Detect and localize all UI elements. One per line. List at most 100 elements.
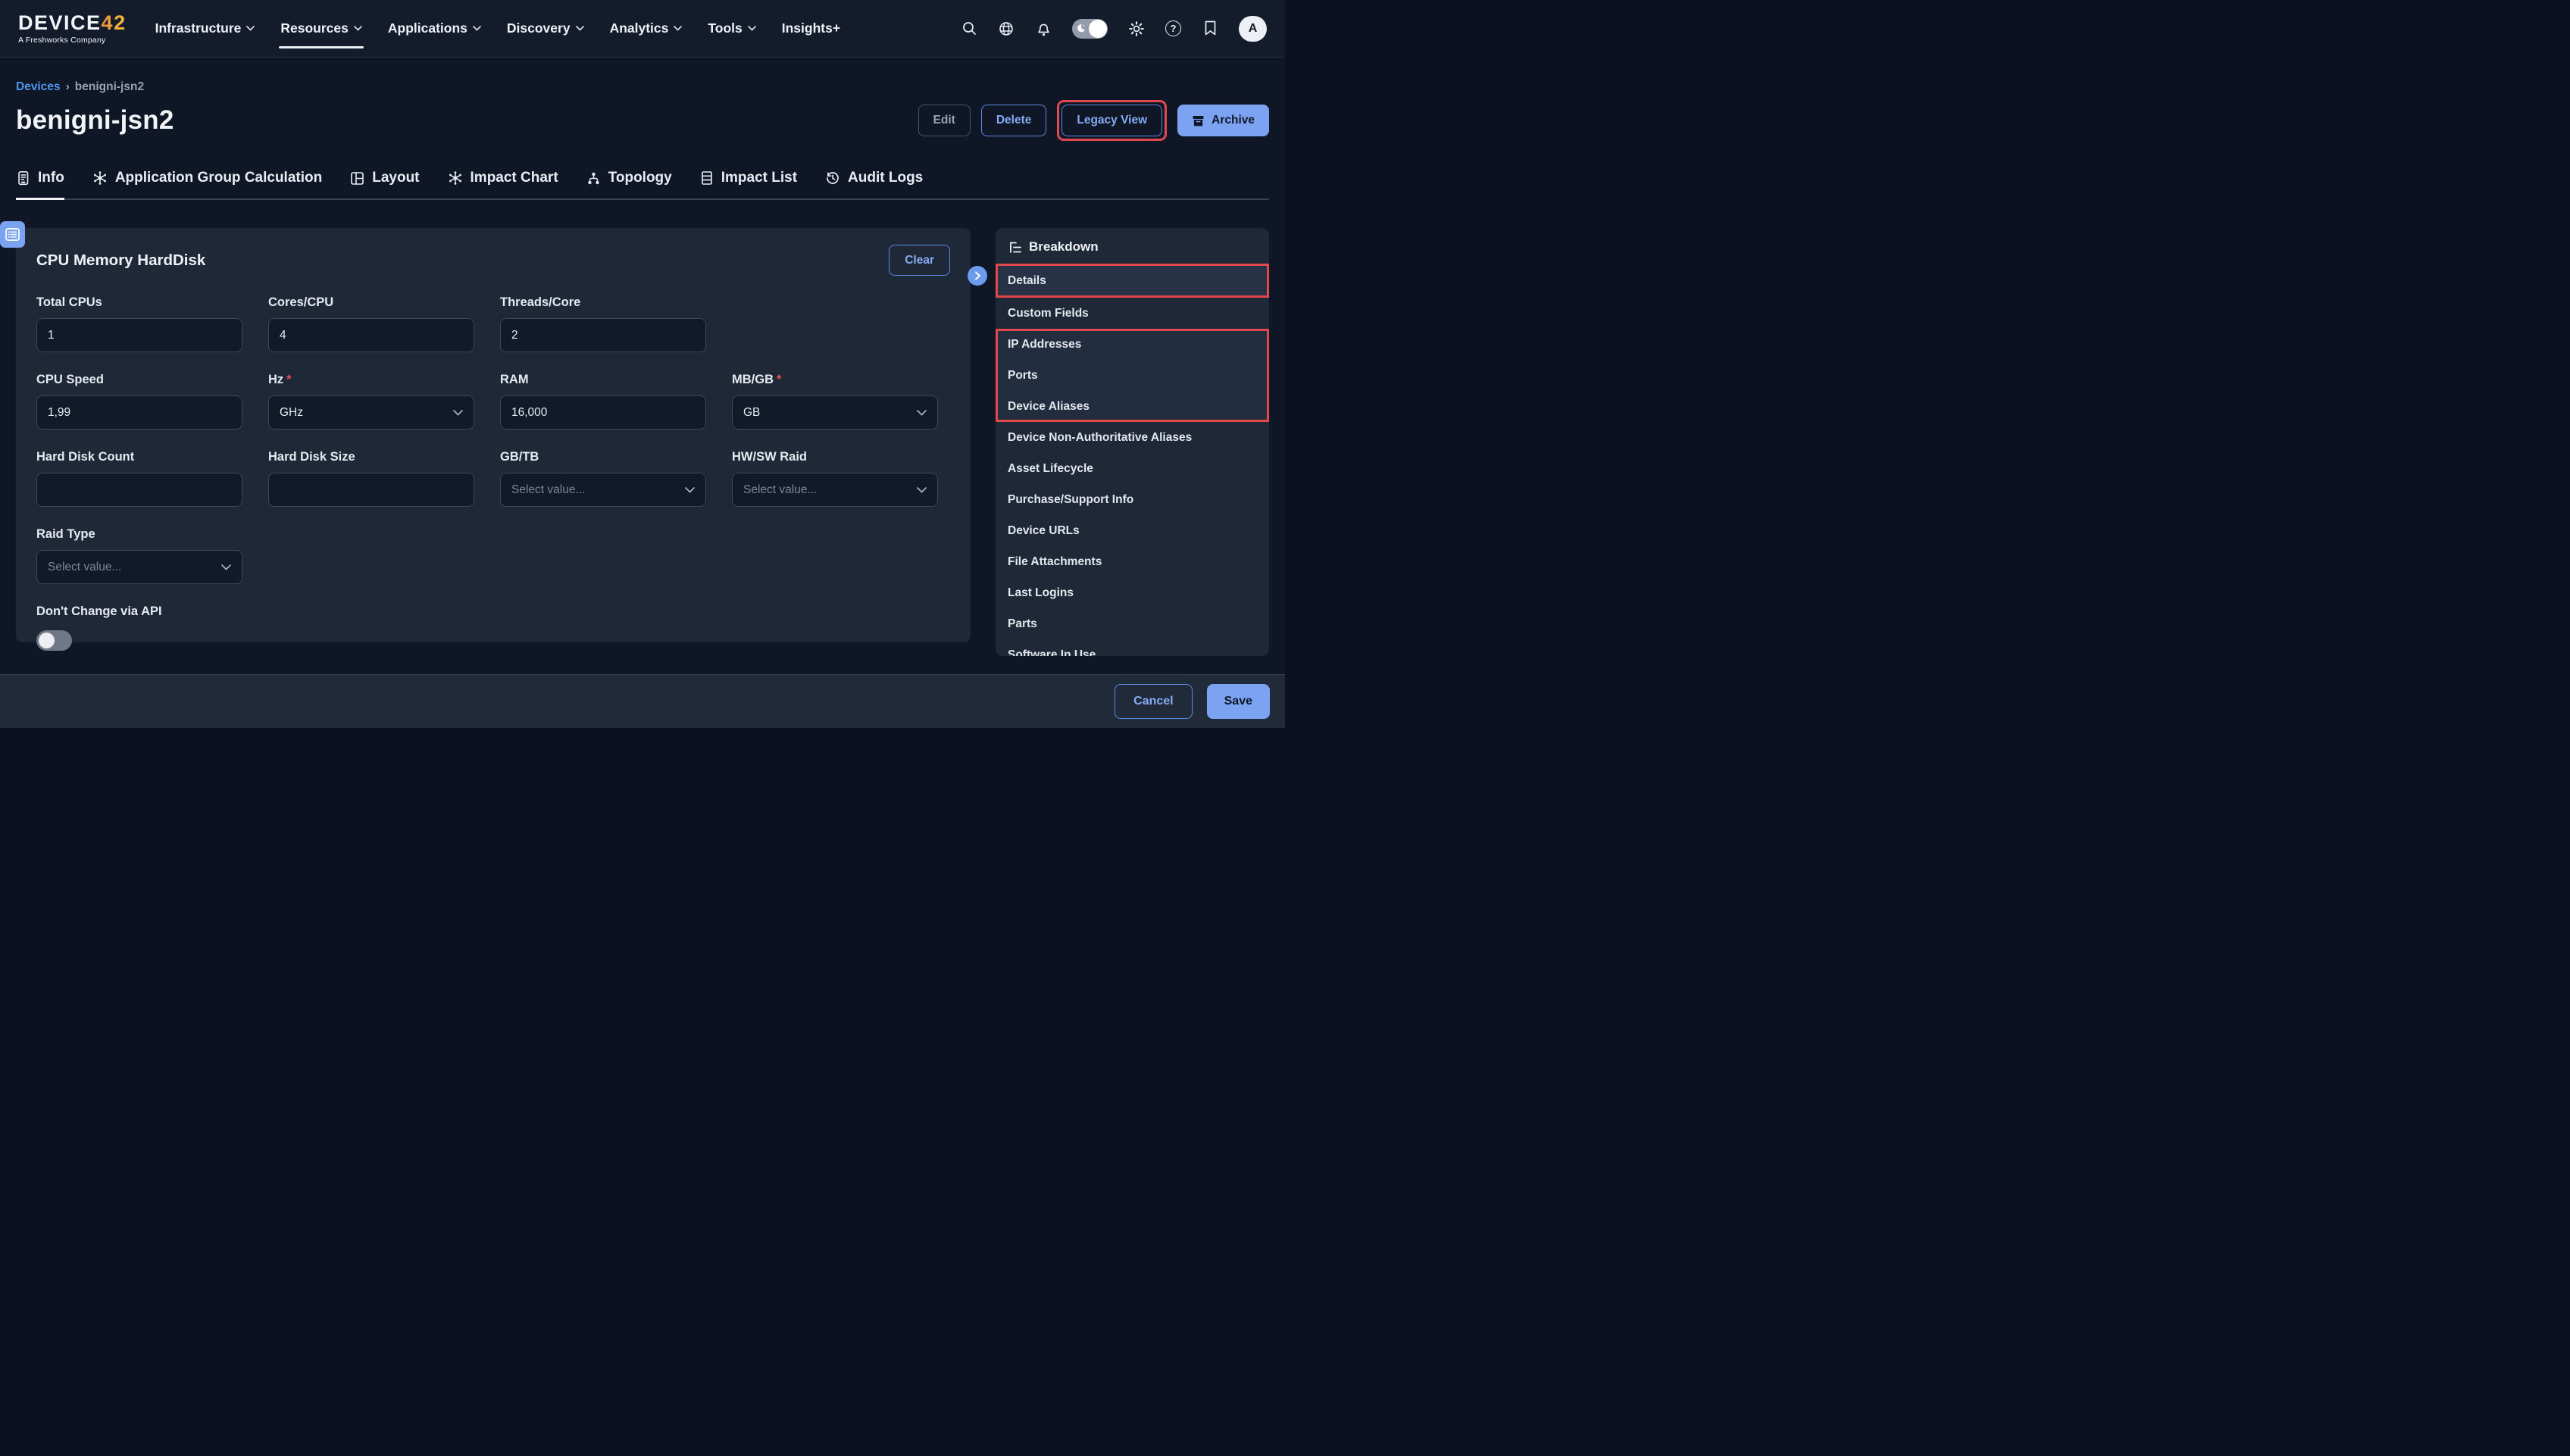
gb-tb-select[interactable]: Select value... (500, 473, 706, 507)
menu-resources[interactable]: Resources (280, 16, 362, 41)
form-grid: Total CPUs Cores/CPU Threads/Core CPU Sp… (36, 295, 950, 584)
toggle-label: Don't Change via API (36, 605, 950, 619)
chevron-down-icon (246, 26, 255, 31)
edit-button[interactable]: Edit (918, 105, 971, 136)
sidebar-item-details[interactable]: Details (996, 264, 1269, 298)
logo-tagline: A Freshworks Company (18, 36, 127, 45)
sidebar-item-device-aliases[interactable]: Device Aliases (996, 391, 1269, 422)
field-raid-type: Raid Type Select value... (36, 527, 242, 584)
cores-per-cpu-input[interactable] (268, 318, 474, 352)
user-avatar[interactable]: A (1239, 16, 1267, 42)
search-icon[interactable] (961, 20, 977, 37)
chevron-down-icon (576, 26, 584, 31)
mb-gb-select[interactable]: GB (732, 395, 938, 430)
theme-toggle[interactable] (1072, 19, 1108, 39)
breakdown-header: Breakdown (996, 228, 1269, 264)
collapse-panel-button[interactable] (968, 266, 987, 286)
archive-button[interactable]: Archive (1177, 105, 1269, 136)
tab-impact-list[interactable]: Impact List (700, 170, 797, 198)
side-list-toggle-button[interactable] (0, 221, 25, 248)
hard-disk-size-input[interactable] (268, 473, 474, 507)
sidebar-item-ip-addresses[interactable]: IP Addresses (996, 329, 1269, 360)
tab-layout[interactable]: Layout (350, 170, 419, 198)
hard-disk-count-input[interactable] (36, 473, 242, 507)
legacy-view-button[interactable]: Legacy View (1061, 105, 1162, 136)
chevron-down-icon (917, 410, 927, 416)
breakdown-tree-icon (1008, 241, 1023, 254)
toggle-knob (39, 633, 55, 648)
field-hard-disk-size: Hard Disk Size (268, 450, 474, 507)
sidebar-item-ports[interactable]: Ports (996, 360, 1269, 391)
cpu-speed-input[interactable] (36, 395, 242, 430)
sidebar-item-custom-fields[interactable]: Custom Fields (996, 298, 1269, 329)
hw-sw-raid-select[interactable]: Select value... (732, 473, 938, 507)
breadcrumb-separator: › (66, 80, 70, 94)
breadcrumb-devices-link[interactable]: Devices (16, 80, 61, 94)
page-body: Devices › benigni-jsn2 benigni-jsn2 Edit… (0, 58, 1285, 656)
sidebar-item-last-logins[interactable]: Last Logins (996, 577, 1269, 608)
menu-insights[interactable]: Insights+ (782, 16, 840, 41)
total-cpus-input[interactable] (36, 318, 242, 352)
field-gb-tb: GB/TB Select value... (500, 450, 706, 507)
ram-input[interactable] (500, 395, 706, 430)
title-row: benigni-jsn2 Edit Delete Legacy View Arc… (16, 100, 1269, 141)
chevron-down-icon (221, 564, 231, 570)
menu-discovery[interactable]: Discovery (507, 16, 584, 41)
list-rows-icon (700, 170, 714, 186)
settings-gear-icon[interactable] (1128, 20, 1145, 37)
list-icon (5, 228, 20, 241)
sidebar-item-parts[interactable]: Parts (996, 608, 1269, 639)
chevron-right-icon (974, 271, 981, 280)
dont-change-via-api-toggle[interactable] (36, 630, 72, 651)
threads-per-core-input[interactable] (500, 318, 706, 352)
globe-icon[interactable] (998, 20, 1015, 37)
tab-info[interactable]: Info (16, 170, 64, 198)
hz-select[interactable]: GHz (268, 395, 474, 430)
field-ram: RAM (500, 373, 706, 430)
notifications-bell-icon[interactable] (1035, 20, 1052, 37)
chevron-down-icon (473, 26, 481, 31)
save-button[interactable]: Save (1207, 684, 1270, 719)
menu-infrastructure[interactable]: Infrastructure (155, 16, 255, 41)
menu-tools[interactable]: Tools (708, 16, 755, 41)
section-title: CPU Memory HardDisk (36, 252, 205, 270)
sidebar-item-asset-lifecycle[interactable]: Asset Lifecycle (996, 453, 1269, 484)
field-hw-sw-raid: HW/SW Raid Select value... (732, 450, 938, 507)
chevron-down-icon (685, 487, 695, 493)
field-hz: Hz* GHz (268, 373, 474, 430)
delete-button[interactable]: Delete (981, 105, 1047, 136)
footer-action-bar: Cancel Save (0, 674, 1285, 728)
sidebar-item-purchase-support-info[interactable]: Purchase/Support Info (996, 484, 1269, 515)
required-mark: * (286, 373, 291, 386)
breadcrumb: Devices › benigni-jsn2 (16, 58, 1269, 94)
tab-audit-logs[interactable]: Audit Logs (825, 170, 923, 198)
tab-topology[interactable]: Topology (586, 170, 672, 198)
top-navbar: DEVICE42 A Freshworks Company Infrastruc… (0, 0, 1285, 58)
legacy-view-annotation-box: Legacy View (1057, 100, 1167, 141)
ip-ports-aliases-annotation-box: IP Addresses Ports Device Aliases (996, 329, 1269, 422)
cancel-button[interactable]: Cancel (1115, 684, 1192, 719)
bookmark-icon[interactable] (1202, 20, 1218, 37)
tab-application-group-calculation[interactable]: Application Group Calculation (92, 170, 322, 198)
content-row: CPU Memory HardDisk Clear Total CPUs Cor… (16, 228, 1269, 656)
sidebar-item-software-in-use[interactable]: Software In Use (996, 639, 1269, 656)
toggle-knob (1089, 20, 1107, 38)
clear-button[interactable]: Clear (889, 245, 950, 276)
navbar-actions: ? A (961, 16, 1267, 42)
device42-logo[interactable]: DEVICE42 A Freshworks Company (18, 13, 127, 45)
network-icon (92, 170, 108, 186)
sidebar-item-file-attachments[interactable]: File Attachments (996, 546, 1269, 577)
menu-applications[interactable]: Applications (388, 16, 481, 41)
sidebar-item-device-urls[interactable]: Device URLs (996, 515, 1269, 546)
tab-impact-chart[interactable]: Impact Chart (448, 170, 558, 198)
help-icon[interactable]: ? (1165, 20, 1181, 36)
menu-analytics[interactable]: Analytics (610, 16, 683, 41)
field-threads-per-core: Threads/Core (500, 295, 706, 352)
breakdown-panel: Breakdown Details Custom Fields IP Addre… (996, 228, 1269, 656)
field-hard-disk-count: Hard Disk Count (36, 450, 242, 507)
raid-type-select[interactable]: Select value... (36, 550, 242, 584)
page-title: benigni-jsn2 (16, 105, 174, 136)
sidebar-item-device-non-authoritative-aliases[interactable]: Device Non-Authoritative Aliases (996, 422, 1269, 453)
topology-icon (586, 171, 601, 186)
dont-change-via-api-block: Don't Change via API (36, 605, 950, 651)
